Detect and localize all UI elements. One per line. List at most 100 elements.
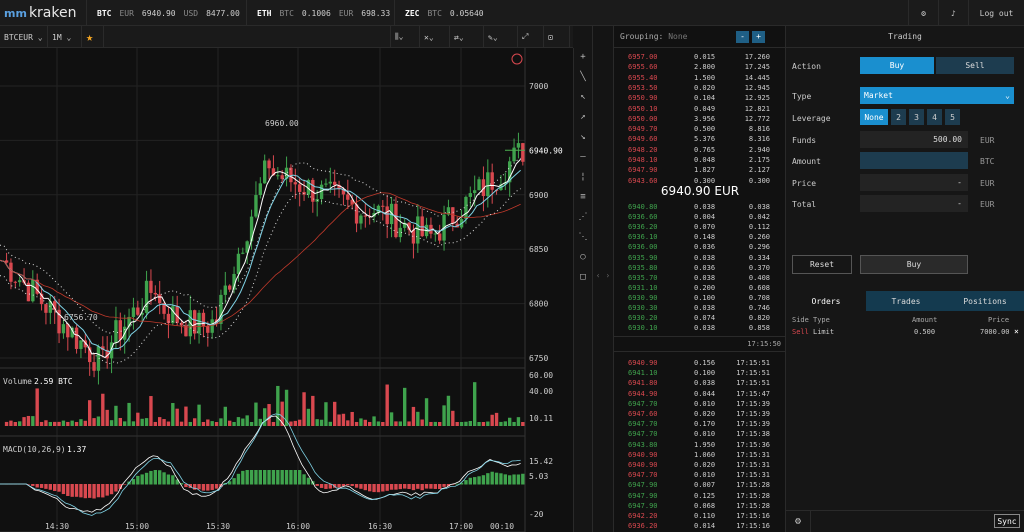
trade-row[interactable]: 6941.10 0.100 17:15:51 (614, 368, 786, 378)
channel-tool-icon[interactable]: ≡ (574, 192, 592, 202)
bid-row[interactable]: 6930.10 0.038 0.858 (614, 323, 786, 333)
favorite-star-icon[interactable]: ★ (82, 26, 104, 48)
bid-row[interactable]: 6940.80 0.038 0.038 (614, 202, 786, 212)
leverage-4[interactable]: 4 (927, 109, 942, 125)
fullscreen-button[interactable]: ⤢ (518, 26, 544, 48)
ask-row[interactable]: 6955.60 2.800 17.245 (614, 62, 786, 72)
pair-select[interactable]: BTCEUR ⌄ (0, 26, 48, 48)
ask-row[interactable]: 6957.00 0.015 17.260 (614, 52, 786, 62)
bid-row[interactable]: 6936.00 0.036 0.296 (614, 242, 786, 252)
funds-input[interactable]: 500.00 (860, 131, 968, 148)
grouping-minus-button[interactable]: - (736, 31, 749, 43)
price-chart[interactable]: 7000 6940.90 6900 6850 6800 6750 60.00 40.00 10.… (0, 48, 573, 532)
sell-toggle[interactable]: Sell (936, 57, 1014, 74)
ray-tool-icon[interactable]: ↖ (574, 92, 592, 102)
grouping-plus-button[interactable]: + (752, 31, 765, 43)
cancel-order-icon[interactable]: × (1014, 327, 1019, 336)
price-input[interactable]: - (860, 174, 968, 191)
leverage-2[interactable]: 2 (891, 109, 906, 125)
amount-input[interactable] (860, 152, 968, 169)
leverage-3[interactable]: 3 (909, 109, 924, 125)
bid-row[interactable]: 6935.90 0.038 0.334 (614, 253, 786, 263)
tab-positions[interactable]: Positions (946, 291, 1024, 311)
bid-row[interactable]: 6935.70 0.038 0.408 (614, 273, 786, 283)
rect-tool-icon[interactable]: □ (574, 272, 592, 282)
indicators-button[interactable]: ⇄⌄ (450, 26, 484, 48)
ask-row[interactable]: 6948.10 0.048 2.175 (614, 155, 786, 165)
tab-trades[interactable]: Trades (866, 291, 946, 311)
order-type-select[interactable]: Market ⌄ (860, 87, 1014, 104)
trade-row[interactable]: 6947.90 0.125 17:15:28 (614, 491, 786, 501)
ask-row[interactable]: 6947.90 1.827 2.127 (614, 165, 786, 175)
cell: 0.820 (748, 314, 770, 323)
ask-row[interactable]: 6950.10 0.049 12.821 (614, 104, 786, 114)
ticker-btc[interactable]: BTC EUR 6940.90 USD 8477.00 (86, 0, 246, 26)
trade-row[interactable]: 6947.60 0.020 17:15:39 (614, 409, 786, 419)
pencil-button[interactable]: ✎⌄ (484, 26, 518, 48)
notifications-button[interactable]: ♪ (938, 0, 968, 26)
ask-row[interactable]: 6953.50 0.020 12.945 (614, 83, 786, 93)
line-tool-icon[interactable]: ╲ (574, 72, 592, 82)
trade-row[interactable]: 6940.90 1.060 17:15:31 (614, 450, 786, 460)
leverage-none[interactable]: None (860, 109, 888, 125)
alert-circle-icon[interactable] (511, 53, 523, 65)
trade-row[interactable]: 6947.70 0.010 17:15:31 (614, 470, 786, 480)
sync-button[interactable]: Sync (994, 514, 1020, 528)
trade-row[interactable]: 6943.80 1.950 17:15:36 (614, 440, 786, 450)
arrow-tool-icon[interactable]: ↘ (574, 132, 592, 142)
panel-collapse[interactable]: ‹ › (592, 26, 614, 532)
bid-row[interactable]: 6935.80 0.036 0.370 (614, 263, 786, 273)
kraken-logo[interactable]: mm kraken (4, 4, 84, 22)
bid-row[interactable]: 6936.20 0.070 0.112 (614, 222, 786, 232)
bid-row[interactable]: 6930.90 0.100 0.708 (614, 293, 786, 303)
trade-row[interactable]: 6940.90 0.156 17:15:51 (614, 358, 786, 368)
chart-type-button[interactable]: ⫼⌄ (390, 26, 420, 48)
bid-row[interactable]: 6930.20 0.074 0.820 (614, 313, 786, 323)
bid-row[interactable]: 6930.30 0.038 0.746 (614, 303, 786, 313)
bid-row[interactable]: 6936.10 0.148 0.260 (614, 232, 786, 242)
trend-tool-icon[interactable]: ↗ (574, 112, 592, 122)
volume-bar (372, 416, 376, 426)
submit-buy-button[interactable]: Buy (860, 255, 968, 274)
ask-row[interactable]: 6948.20 0.765 2.940 (614, 145, 786, 155)
draw-tools-button[interactable]: ✕⌄ (420, 26, 450, 48)
vline-tool-icon[interactable]: ¦ (574, 172, 592, 182)
snapshot-button[interactable]: ⊡ (544, 26, 570, 48)
leverage-5[interactable]: 5 (945, 109, 960, 125)
settings-button[interactable]: ⚙ (908, 0, 938, 26)
panel-settings-icon[interactable]: ⚙ (790, 514, 806, 528)
buy-toggle[interactable]: Buy (860, 57, 934, 74)
reset-button[interactable]: Reset (792, 255, 852, 274)
interval-select[interactable]: 1M ⌄ (48, 26, 82, 48)
cell: 6930.90 (628, 293, 658, 302)
ask-row[interactable]: 6950.00 3.956 12.772 (614, 114, 786, 124)
total-input[interactable]: - (860, 195, 968, 212)
ticker-eth[interactable]: ETH BTC 0.1006 EUR 698.33 (246, 0, 394, 26)
fan-tool-icon[interactable]: ⋱ (574, 232, 592, 242)
ask-row[interactable]: 6955.40 1.500 14.445 (614, 73, 786, 83)
fib-tool-icon[interactable]: ⋰ (574, 212, 592, 222)
logout-button[interactable]: Log out (968, 0, 1024, 26)
ticker-zec[interactable]: ZEC BTC 0.05640 (394, 0, 494, 26)
tab-orders[interactable]: Orders (786, 291, 866, 311)
trade-row[interactable]: 6947.90 0.007 17:15:28 (614, 480, 786, 490)
bid-row[interactable]: 6936.60 0.004 0.042 (614, 212, 786, 222)
bid-row[interactable]: 6931.10 0.200 0.608 (614, 283, 786, 293)
trade-row[interactable]: 6947.70 0.010 17:15:39 (614, 399, 786, 409)
trade-row[interactable]: 6936.20 0.014 17:15:16 (614, 521, 786, 531)
trade-row[interactable]: 6947.90 0.068 17:15:28 (614, 501, 786, 511)
order-row[interactable]: Sell Limit 0.500 7000.00 × (786, 327, 1024, 339)
trade-row[interactable]: 6947.70 0.010 17:15:38 (614, 429, 786, 439)
volume-bar (39, 421, 44, 426)
circle-tool-icon[interactable]: ○ (574, 252, 592, 262)
trade-row[interactable]: 6944.90 0.044 17:15:47 (614, 389, 786, 399)
trade-row[interactable]: 6940.90 0.020 17:15:31 (614, 460, 786, 470)
trade-row[interactable]: 6942.20 0.110 17:15:16 (614, 511, 786, 521)
ask-row[interactable]: 6949.70 0.500 8.816 (614, 124, 786, 134)
crosshair-tool-icon[interactable]: + (574, 52, 592, 62)
ask-row[interactable]: 6950.90 0.104 12.925 (614, 93, 786, 103)
ask-row[interactable]: 6949.60 5.376 8.316 (614, 134, 786, 144)
trade-row[interactable]: 6941.80 0.038 17:15:51 (614, 378, 786, 388)
hline-tool-icon[interactable]: — (574, 152, 592, 162)
trade-row[interactable]: 6947.70 0.170 17:15:39 (614, 419, 786, 429)
